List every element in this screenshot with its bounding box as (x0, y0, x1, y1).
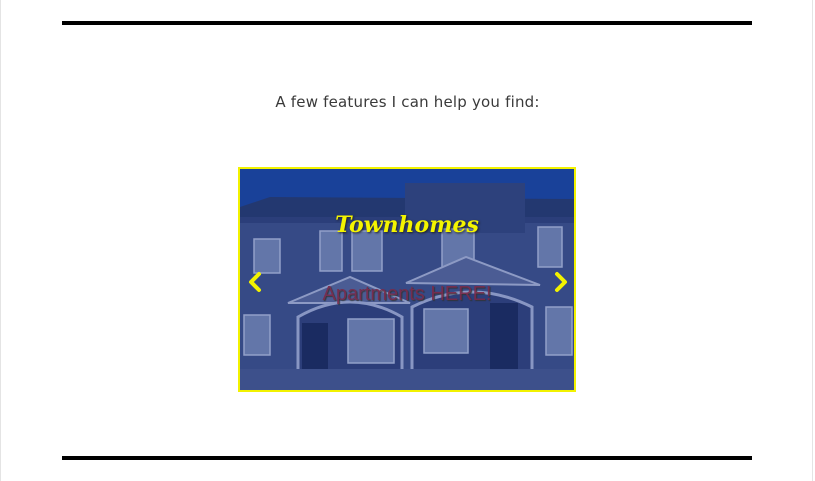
photo-tint-overlay (240, 169, 574, 390)
divider-top (62, 21, 752, 25)
page-border-right (812, 0, 813, 481)
carousel-next-button[interactable] (551, 269, 571, 295)
page-border-left (0, 0, 1, 481)
features-intro-text: A few features I can help you find: (275, 93, 540, 111)
carousel-prev-button[interactable] (245, 269, 265, 295)
features-carousel[interactable]: Townhomes Apartments HERE! (238, 167, 576, 392)
slide-caption: Apartments HERE! (322, 283, 492, 305)
slide-title: Townhomes (335, 212, 479, 238)
chevron-left-icon (249, 272, 261, 292)
chevron-right-icon (555, 272, 567, 292)
divider-bottom (62, 456, 752, 460)
